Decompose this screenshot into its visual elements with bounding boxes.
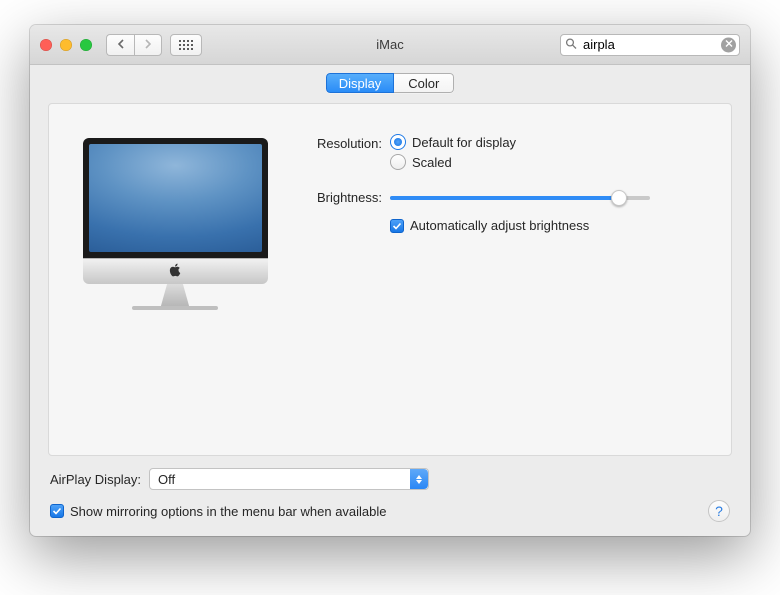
x-icon (725, 39, 733, 50)
auto-brightness-label: Automatically adjust brightness (410, 218, 589, 233)
checkbox-checked-icon (390, 219, 404, 233)
window-controls (40, 39, 92, 51)
brightness-slider[interactable] (390, 188, 650, 208)
forward-button[interactable] (134, 34, 162, 56)
radio-icon (390, 134, 406, 150)
auto-brightness-checkbox[interactable]: Automatically adjust brightness (390, 218, 650, 233)
brightness-row: Brightness: Automatically adjust brightn… (305, 188, 705, 233)
settings-panel: Resolution: Default for display Scaled (48, 103, 732, 456)
checkbox-checked-icon (50, 504, 64, 518)
chevron-right-icon (144, 37, 152, 52)
resolution-scaled-radio[interactable]: Scaled (390, 154, 516, 170)
close-window-button[interactable] (40, 39, 52, 51)
zoom-window-button[interactable] (80, 39, 92, 51)
imac-base (132, 306, 218, 310)
titlebar: iMac (30, 25, 750, 65)
window-body: Display Color Resol (30, 65, 750, 536)
slider-fill (390, 196, 619, 200)
preferences-window: iMac Display Color (30, 25, 750, 536)
airplay-value: Off (158, 472, 175, 487)
search-icon (565, 37, 577, 52)
slider-thumb[interactable] (611, 190, 627, 206)
airplay-label: AirPlay Display: (50, 472, 141, 487)
minimize-window-button[interactable] (60, 39, 72, 51)
brightness-label: Brightness: (305, 188, 390, 205)
imac-screen (83, 138, 268, 258)
chevron-left-icon (117, 37, 125, 52)
clear-search-button[interactable] (721, 37, 736, 52)
apple-logo-icon (169, 263, 181, 280)
airplay-row: AirPlay Display: Off (50, 468, 730, 490)
search-field[interactable] (560, 34, 740, 56)
bottom-section: AirPlay Display: Off Show mirroring opti… (30, 466, 750, 536)
select-stepper-icon (410, 469, 428, 489)
resolution-row: Resolution: Default for display Scaled (305, 134, 705, 170)
back-button[interactable] (106, 34, 134, 56)
imac-chin (83, 258, 268, 284)
resolution-default-radio[interactable]: Default for display (390, 134, 516, 150)
radio-icon (390, 154, 406, 170)
show-all-button[interactable] (170, 34, 202, 56)
tab-display[interactable]: Display (326, 73, 395, 93)
tab-bar: Display Color (30, 73, 750, 93)
display-illustration (75, 132, 275, 455)
imac-wallpaper (89, 144, 262, 252)
mirroring-label: Show mirroring options in the menu bar w… (70, 504, 387, 519)
resolution-default-label: Default for display (412, 135, 516, 150)
help-button[interactable]: ? (708, 500, 730, 522)
resolution-label: Resolution: (305, 134, 390, 151)
grid-icon (179, 40, 193, 50)
help-icon: ? (715, 503, 723, 519)
resolution-scaled-label: Scaled (412, 155, 452, 170)
nav-buttons (106, 34, 162, 56)
airplay-select[interactable]: Off (149, 468, 429, 490)
mirroring-checkbox[interactable]: Show mirroring options in the menu bar w… (50, 504, 387, 519)
imac-stand (153, 284, 197, 306)
settings-column: Resolution: Default for display Scaled (305, 132, 705, 455)
tab-color[interactable]: Color (394, 73, 454, 93)
mirroring-row: Show mirroring options in the menu bar w… (50, 500, 730, 522)
window-title: iMac (376, 37, 403, 52)
search-input[interactable] (560, 34, 740, 56)
